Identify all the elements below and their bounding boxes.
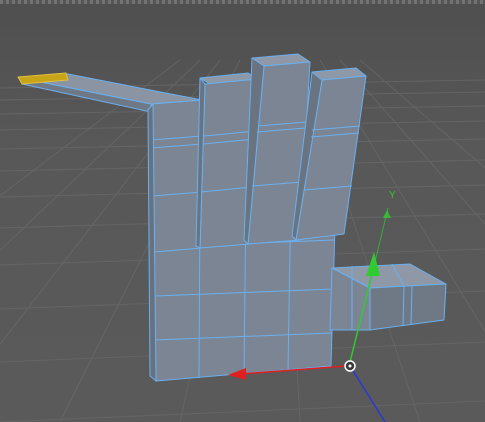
y-axis-label: Y <box>389 190 396 201</box>
viewport-scene[interactable]: Y <box>0 0 485 422</box>
z-axis-line[interactable] <box>349 365 386 422</box>
y-axis-far-handle-icon[interactable] <box>383 210 391 218</box>
3d-viewport[interactable]: Y <box>0 0 485 422</box>
hand-mesh[interactable] <box>17 53 447 382</box>
thumb-side-face[interactable] <box>369 283 447 331</box>
index-finger-front-face[interactable] <box>150 99 203 253</box>
pivot-center-dot <box>348 364 352 368</box>
